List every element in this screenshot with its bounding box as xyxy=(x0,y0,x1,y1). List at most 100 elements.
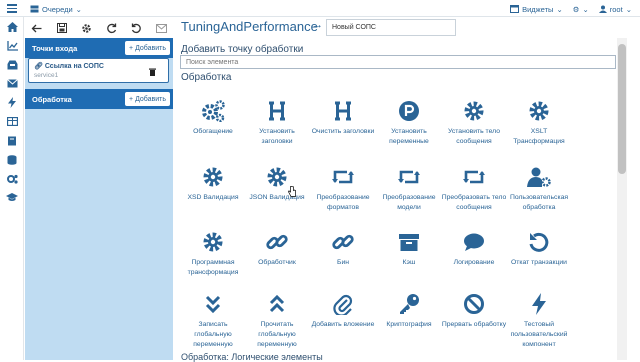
processing-tile[interactable]: Обогащение xyxy=(180,98,246,137)
nav-bolt-icon[interactable] xyxy=(0,93,24,112)
widgets-dropdown[interactable]: Виджеты ⌄ xyxy=(510,5,563,14)
processing-tile[interactable]: Преобразовать тело сообщения xyxy=(441,164,507,213)
processing-tile-label: Преобразование модели xyxy=(382,194,436,211)
processing-tile[interactable]: Очистить заголовки xyxy=(310,98,376,137)
nav-table-icon[interactable] xyxy=(0,112,24,131)
nav-graduation-icon[interactable] xyxy=(0,188,24,207)
nav-mail-icon[interactable] xyxy=(0,74,24,93)
back-arrow-icon xyxy=(31,24,42,32)
processing-tile[interactable]: Кэш xyxy=(376,229,442,268)
scrollbar-thumb[interactable] xyxy=(618,44,626,174)
processing-tile[interactable]: Установить тело сообщения xyxy=(441,98,507,147)
save-button[interactable] xyxy=(49,17,74,39)
gear-icon xyxy=(200,229,226,255)
section-title-logic: Обработка: Логические элементы xyxy=(181,352,323,362)
processing-tile[interactable]: Криптография xyxy=(376,291,442,330)
processing-tile[interactable]: Установить переменные xyxy=(376,98,442,147)
nav-cogs-icon[interactable] xyxy=(0,169,24,188)
element-search-input[interactable] xyxy=(180,55,616,69)
entry-point-subtitle: service1 xyxy=(34,72,59,79)
key-icon xyxy=(396,291,422,317)
processing-title: Обработка xyxy=(32,94,72,104)
mail-button[interactable] xyxy=(149,17,174,39)
breadcrumb-project[interactable]: TuningAndPerformance xyxy=(181,19,318,34)
bolt-icon xyxy=(526,291,552,317)
top-bar: Очереди ⌄ Виджеты ⌄ ⚙ ⌄ root ⌄ xyxy=(0,0,640,17)
processing-tile[interactable]: Программная трансформация xyxy=(180,229,246,278)
processing-tile[interactable]: XSLT Трансформация xyxy=(506,98,572,147)
retweet-icon xyxy=(396,164,422,190)
processing-tile[interactable]: XSD Валидация xyxy=(180,164,246,203)
processing-tile[interactable]: Установить заголовки xyxy=(244,98,310,147)
processing-tile-label: Криптография xyxy=(386,321,432,328)
processing-tile-label: Установить тело сообщения xyxy=(448,128,500,145)
processing-tile[interactable]: Обработчик xyxy=(244,229,310,268)
save-icon xyxy=(56,23,67,33)
nav-chart-icon[interactable] xyxy=(0,36,24,55)
panel-scrollbar[interactable] xyxy=(617,38,627,360)
entry-point-card[interactable]: 🔗︎ Ссылка на СОПС service1 xyxy=(28,58,169,83)
link-icon xyxy=(330,229,356,255)
refresh-icon xyxy=(131,23,141,33)
panel-title: Добавить точку обработки xyxy=(181,44,304,55)
processing-tile-label: Прервать обработку xyxy=(441,321,507,328)
section-title: Обработка xyxy=(181,72,232,83)
processing-header: Обработка + Добавить xyxy=(25,89,173,109)
add-entry-point-button[interactable]: + Добавить xyxy=(125,41,170,55)
processing-tile[interactable]: Прервать обработку xyxy=(441,291,507,330)
processing-tile-label: XSLT Трансформация xyxy=(513,128,565,145)
p-circle-icon xyxy=(396,98,422,124)
nav-database-icon[interactable] xyxy=(0,150,24,169)
gear-icon xyxy=(526,98,552,124)
processing-tile[interactable]: Добавить вложение xyxy=(310,291,376,330)
processing-tile[interactable]: Записать глобальную переменную xyxy=(180,291,246,350)
processing-tile[interactable]: Преобразование модели xyxy=(376,164,442,213)
add-processing-point-panel: Добавить точку обработки Обработка Обога… xyxy=(174,38,616,362)
retweet-icon xyxy=(461,164,487,190)
trash-icon[interactable] xyxy=(149,68,156,76)
refresh-button[interactable] xyxy=(124,17,149,39)
chevron-down-icon: ⌄ xyxy=(625,4,632,14)
processing-tile[interactable]: Пользовательская обработка xyxy=(506,164,572,213)
paperclip-icon xyxy=(330,291,356,317)
nav-inbox-icon[interactable] xyxy=(0,55,24,74)
settings-dropdown[interactable]: ⚙ ⌄ xyxy=(573,5,589,14)
processing-tile[interactable]: Логирование xyxy=(441,229,507,268)
processing-tile-label: Бин xyxy=(336,259,349,266)
sync-button[interactable] xyxy=(99,17,124,39)
processing-tile-label: Тестовый пользовательский компонент xyxy=(510,321,568,348)
processing-tile-label: Программная трансформация xyxy=(187,259,239,276)
processing-tile[interactable]: Бин xyxy=(310,229,376,268)
archive-icon xyxy=(396,229,422,255)
service-name-field[interactable]: Новый СОПС xyxy=(326,19,456,36)
link-icon: 🔗︎ xyxy=(34,63,43,70)
sidebar: Точки входа + Добавить 🔗︎ Ссылка на СОПС… xyxy=(25,38,173,360)
chevron-down-icon: ⌄ xyxy=(556,4,563,14)
nav-book-icon[interactable] xyxy=(0,131,24,150)
gear-icon xyxy=(264,164,290,190)
hamburger-menu-icon[interactable] xyxy=(7,4,17,13)
gear-icon xyxy=(82,23,91,33)
nav-home-icon[interactable] xyxy=(0,17,24,36)
processing-tile-label: JSON Валидация xyxy=(249,194,305,201)
chevrons-up-icon xyxy=(264,291,290,317)
queues-dropdown[interactable]: Очереди ⌄ xyxy=(30,3,82,15)
processing-tile-label: XSD Валидация xyxy=(187,194,239,201)
processing-tile[interactable]: Откат транзакции xyxy=(506,229,572,268)
comment-icon xyxy=(461,229,487,255)
processing-tile[interactable]: JSON Валидация xyxy=(244,164,310,203)
link-icon xyxy=(264,229,290,255)
processing-tile[interactable]: Преобразование форматов xyxy=(310,164,376,213)
gear-icon xyxy=(461,98,487,124)
user-icon xyxy=(598,5,607,13)
processing-tile[interactable]: Тестовый пользовательский компонент xyxy=(506,291,572,350)
processing-tile-label: Добавить вложение xyxy=(311,321,375,328)
settings-button[interactable] xyxy=(74,17,99,39)
processing-tile-label: Обработчик xyxy=(258,259,296,266)
processing-tile[interactable]: Прочитать глобальную переменную xyxy=(244,291,310,350)
user-label: root xyxy=(609,4,623,14)
back-button[interactable] xyxy=(24,17,49,39)
undo-icon xyxy=(526,229,552,255)
user-dropdown[interactable]: root ⌄ xyxy=(598,4,632,14)
add-processing-button[interactable]: + Добавить xyxy=(125,92,170,106)
